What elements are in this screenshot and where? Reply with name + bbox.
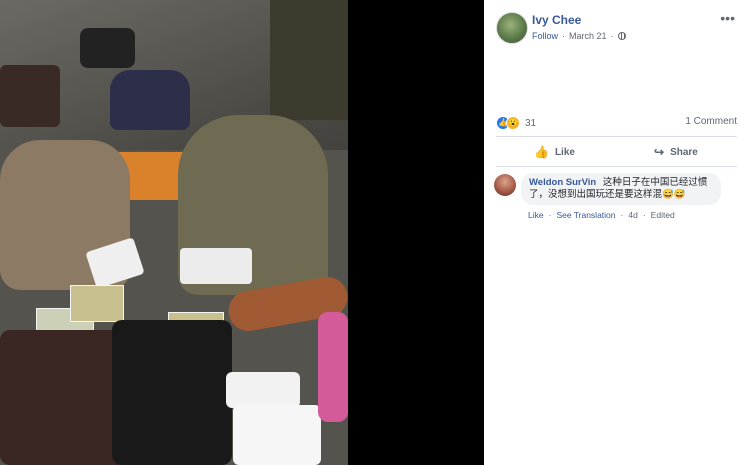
- share-label: Share: [670, 146, 698, 158]
- share-button[interactable]: ↪ Share: [654, 145, 698, 159]
- wow-reaction-icon: 😮: [506, 116, 520, 130]
- commenter-name[interactable]: Weldon SurVin: [529, 177, 596, 188]
- divider: [496, 136, 737, 137]
- luggage-suitcase: [0, 65, 60, 127]
- comment-age[interactable]: 4d: [628, 210, 637, 220]
- comment-bubble: Weldon SurVin 这种日子在中国已经过惯了，没想到出国玩还是要这样混😅…: [521, 173, 721, 205]
- white-food-box: [233, 405, 321, 465]
- commenter-avatar[interactable]: [494, 174, 516, 196]
- backpack: [80, 28, 135, 68]
- comment-actions: Like · See Translation · 4d · Edited: [528, 210, 675, 220]
- action-separator: ·: [548, 210, 552, 220]
- like-button[interactable]: 👍 Like: [534, 145, 575, 159]
- comment-like-link[interactable]: Like: [528, 210, 544, 220]
- see-translation-link[interactable]: See Translation: [556, 210, 615, 220]
- reaction-count: 31: [525, 117, 537, 129]
- action-separator: ·: [620, 210, 624, 220]
- meta-separator: ·: [610, 31, 614, 41]
- globe-icon: [617, 32, 626, 40]
- person-background: [110, 70, 190, 130]
- share-arrow-icon: ↪: [654, 145, 665, 159]
- black-suitcase: [112, 320, 232, 465]
- food-container: [70, 285, 124, 322]
- thumbs-up-icon: 👍: [534, 145, 549, 159]
- post-meta: Follow · March 21 ·: [532, 31, 626, 41]
- author-avatar[interactable]: [496, 12, 528, 44]
- plant-area: [270, 0, 348, 120]
- post-photo: [0, 0, 348, 465]
- comment-edited[interactable]: Edited: [651, 210, 675, 220]
- divider: [496, 166, 737, 167]
- action-separator: ·: [642, 210, 646, 220]
- comments-section: Weldon SurVin 这种日子在中国已经过惯了，没想到出国玩还是要这样混😅…: [484, 168, 745, 232]
- meta-separator: ·: [562, 31, 566, 41]
- food-box: [180, 248, 252, 284]
- pink-bag: [318, 312, 348, 422]
- post-sidebar: Ivy Chee Follow · March 21 · ••• 👍 😮 31 …: [484, 0, 745, 465]
- author-name[interactable]: Ivy Chee: [532, 13, 581, 27]
- post-date[interactable]: March 21: [569, 31, 607, 41]
- reactions-summary[interactable]: 👍 😮 31: [496, 116, 536, 130]
- follow-link[interactable]: Follow: [532, 31, 558, 41]
- like-label: Like: [554, 146, 575, 158]
- photo-viewer[interactable]: [0, 0, 484, 465]
- more-options-icon[interactable]: •••: [720, 10, 735, 26]
- comment-count[interactable]: 1 Comment: [685, 116, 737, 127]
- white-food-box: [226, 372, 300, 408]
